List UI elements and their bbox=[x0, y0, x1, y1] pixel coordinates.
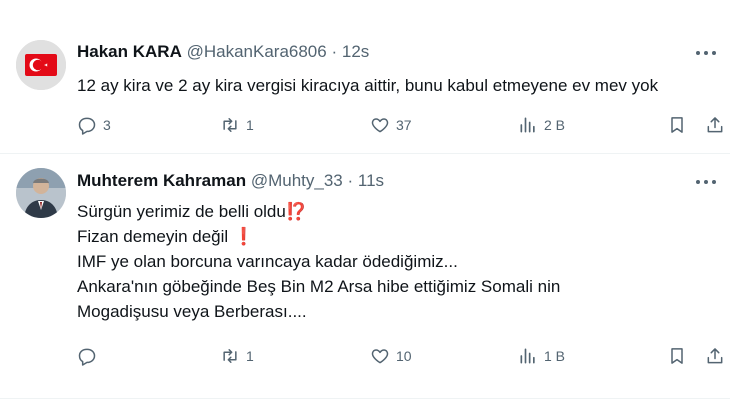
bookmark-icon bbox=[671, 348, 683, 364]
retweet-icon bbox=[223, 349, 237, 363]
tweet-text: 12 ay kira ve 2 ay kira vergisi kiracıya… bbox=[77, 73, 658, 98]
tweet-header: Muhterem Kahraman @Muhty_33 · 11s bbox=[77, 170, 384, 192]
tweet-line: Ankara'nın göbeğinde Beş Bin M2 Arsa hib… bbox=[77, 277, 561, 296]
views-icon bbox=[520, 117, 535, 133]
action-bar: 3 1 37 2 B bbox=[77, 113, 727, 137]
tweet-line-text: Sürgün yerimiz de belli oldu bbox=[77, 202, 286, 221]
bookmark-button[interactable] bbox=[667, 344, 687, 368]
avatar[interactable] bbox=[16, 168, 66, 218]
reply-button[interactable] bbox=[77, 344, 103, 368]
retweet-button[interactable]: 1 bbox=[220, 344, 254, 368]
exclamation-question-emoji: ⁉️ bbox=[285, 202, 308, 221]
person-photo-avatar-icon bbox=[16, 168, 66, 218]
tweet[interactable]: Muhterem Kahraman @Muhty_33 · 11s Sürgün… bbox=[0, 160, 730, 392]
like-button[interactable]: 37 bbox=[370, 113, 412, 137]
tweet-line: Mogadişusu veya Berberası.... bbox=[77, 302, 307, 321]
divider bbox=[0, 398, 730, 399]
heart-icon bbox=[371, 118, 389, 133]
like-button[interactable]: 10 bbox=[370, 344, 412, 368]
turkish-flag-avatar-icon bbox=[16, 40, 66, 90]
author-handle[interactable]: @HakanKara6806 bbox=[187, 42, 327, 61]
tweet-line: Sürgün yerimiz de belli oldu⁉️ bbox=[77, 199, 560, 224]
bookmark-button[interactable] bbox=[667, 113, 687, 137]
divider bbox=[0, 153, 730, 154]
author-name[interactable]: Hakan KARA bbox=[77, 42, 182, 61]
views-count: 2 B bbox=[544, 117, 566, 133]
tweet-text: Sürgün yerimiz de belli oldu⁉️ Fizan dem… bbox=[77, 199, 560, 324]
tweet[interactable]: Hakan KARA @HakanKara6806 · 12s 12 ay ki… bbox=[0, 28, 730, 152]
separator: · bbox=[347, 171, 354, 190]
action-bar: 1 10 1 B bbox=[77, 344, 727, 368]
tweet-header: Hakan KARA @HakanKara6806 · 12s bbox=[77, 41, 369, 63]
author-name[interactable]: Muhterem Kahraman bbox=[77, 171, 246, 190]
retweet-button[interactable]: 1 bbox=[220, 113, 254, 137]
author-handle[interactable]: @Muhty_33 bbox=[251, 171, 343, 190]
timestamp[interactable]: 12s bbox=[342, 42, 369, 61]
like-count: 37 bbox=[396, 117, 412, 133]
exclamation-emoji: ❗ bbox=[232, 227, 255, 246]
views-button[interactable]: 2 B bbox=[518, 113, 565, 137]
reply-count: 3 bbox=[103, 117, 111, 133]
heart-icon bbox=[371, 349, 389, 364]
tweet-line-text: Fizan demeyin değil bbox=[77, 227, 229, 246]
views-count: 1 B bbox=[544, 348, 566, 364]
retweet-icon bbox=[223, 118, 237, 132]
share-icon bbox=[707, 117, 723, 133]
reply-icon bbox=[78, 117, 96, 135]
tweet-line: IMF ye olan borcuna varıncaya kadar öded… bbox=[77, 252, 458, 271]
tweet-line: Fizan demeyin değil ❗ bbox=[77, 224, 560, 249]
more-icon[interactable] bbox=[696, 48, 716, 58]
separator: · bbox=[331, 42, 338, 61]
avatar[interactable] bbox=[16, 40, 66, 90]
timestamp[interactable]: 11s bbox=[358, 171, 384, 190]
share-icon bbox=[707, 348, 723, 364]
more-icon[interactable] bbox=[696, 177, 716, 187]
reply-icon bbox=[78, 348, 96, 366]
share-button[interactable] bbox=[705, 344, 725, 368]
share-button[interactable] bbox=[705, 113, 725, 137]
like-count: 10 bbox=[396, 348, 412, 364]
retweet-count: 1 bbox=[246, 348, 254, 364]
views-icon bbox=[520, 348, 535, 364]
reply-button[interactable]: 3 bbox=[77, 113, 111, 137]
retweet-count: 1 bbox=[246, 117, 254, 133]
tweet-line: 12 ay kira ve 2 ay kira vergisi kiracıya… bbox=[77, 76, 659, 95]
bookmark-icon bbox=[671, 117, 683, 133]
views-button[interactable]: 1 B bbox=[518, 344, 565, 368]
